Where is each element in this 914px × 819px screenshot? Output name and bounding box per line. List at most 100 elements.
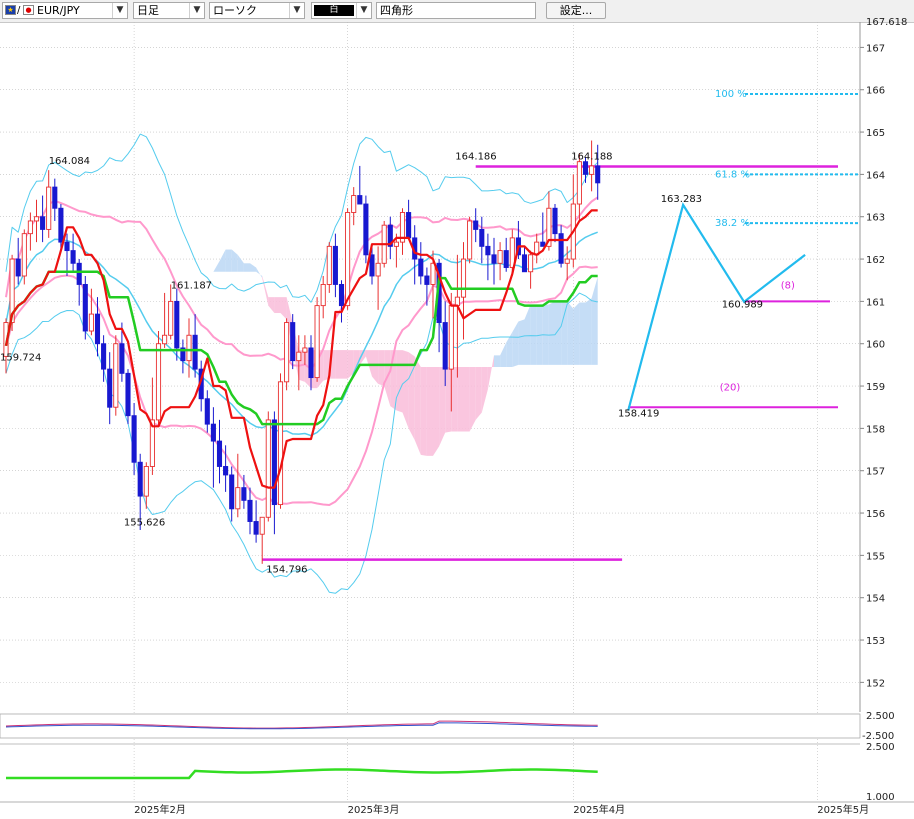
cloud-segment [213,261,220,272]
cloud-segment [548,301,555,365]
candle-body [485,245,491,256]
candle-body [241,487,247,501]
cloud-segment [274,297,281,314]
candle-body [552,207,558,235]
candle-body [338,284,345,307]
price-tick-label: 161 [866,297,885,308]
candle-body [131,415,137,463]
candle-body [430,262,436,285]
price-annotation: 158.419 [618,409,659,420]
candle-body [345,212,351,307]
candle-body [168,300,174,336]
candle-body [351,195,357,213]
candle-body [204,398,210,425]
oscillator2-tick-label: 2.500 [866,742,895,753]
cloud-segment [469,367,476,432]
cloud-segment [579,302,586,365]
bb-middle-line [5,231,598,437]
candle-body [357,195,363,205]
bb-lower-1-line [5,265,598,506]
cloud-segment [487,355,494,390]
cloud-segment [243,263,250,272]
candle-body [589,165,595,175]
candle-body [540,241,546,247]
price-annotation: (8) [781,281,795,292]
cloud-segment [567,301,574,365]
price-tick-label: 153 [866,636,885,647]
cloud-segment [335,350,342,379]
candle-body [564,258,570,264]
candle-body [424,275,430,285]
candle-body [314,305,320,379]
price-tick-label: 159 [866,382,885,393]
candle-body [521,254,528,273]
cloud-segment [494,355,501,367]
price-annotation: 155.626 [124,518,165,529]
price-tick-label: 165 [866,128,885,139]
candle-body [21,233,27,277]
fib-level-label: 100 % [715,89,747,100]
candle-body [174,300,180,349]
candle-body [88,313,94,332]
cloud-segment [500,342,507,367]
price-tick-label: 152 [866,678,885,689]
price-tick-label: 164 [866,170,885,181]
price-annotation: 154.796 [266,564,307,575]
cloud-segment [451,367,458,432]
candle-body [448,305,454,370]
price-annotation: 159.724 [0,353,41,364]
cloud-segment [280,297,287,320]
price-annotation: 160.989 [722,300,763,311]
candle-body [454,296,460,307]
cloud-segment [573,302,580,365]
bb-upper-2-line [5,133,599,303]
candle-body [113,343,119,408]
candle-body [46,186,52,230]
candle-body [216,440,223,467]
cloud-segment [518,319,525,365]
candle-body [308,347,314,379]
oscillator1-tick-label: 2.500 [866,711,895,722]
candle-body [259,516,265,535]
candle-body [33,216,40,222]
price-annotation: 161.187 [171,281,212,292]
candle-body [418,258,424,277]
cloud-segment [256,267,263,279]
cloud-segment [445,367,452,433]
candle-body [576,161,582,205]
candle-body [296,351,302,362]
cloud-segment [591,277,598,365]
price-annotation: (20) [720,382,741,393]
price-tick-label: 160 [866,340,885,351]
time-axis-label: 2025年2月 [134,803,186,816]
candle-body [406,212,412,239]
candle-body [369,254,375,277]
cloud-segment [219,249,226,272]
zigzag-line [627,202,806,411]
cloud-segment [225,249,232,272]
candle-body [253,521,259,535]
cloud-segment [530,304,537,365]
candle-body [107,368,113,408]
candle-body [503,250,509,268]
candle-body [137,461,143,497]
candle-body [235,487,241,510]
candle-body [101,343,107,370]
candle-body [76,262,82,285]
price-axis: 152 153 154 155 156 157 158 159 160 161 162 163 164 1… [859,17,907,712]
price-annotation: 163.283 [661,194,702,205]
price-top-label: 167.618 [866,17,907,28]
cloud-segment [231,249,238,272]
time-axis: 2025年2月 2025年3月 2025年4月 2025年5月 [0,801,914,816]
price-tick-label: 154 [866,594,885,605]
price-tick-label: 163 [866,213,885,224]
price-annotation: 164.188 [571,152,612,163]
price-chart[interactable]: 100 % 61.8 % 38.2 % 164.084 161.187 159.724 1… [0,0,914,819]
cloud-segment [237,254,244,272]
candle-body [64,241,70,252]
candle-body [326,245,332,285]
candle-body [94,313,101,345]
cloud-segment [481,367,488,413]
cloud-segment [426,367,433,456]
candle-body [393,241,399,247]
